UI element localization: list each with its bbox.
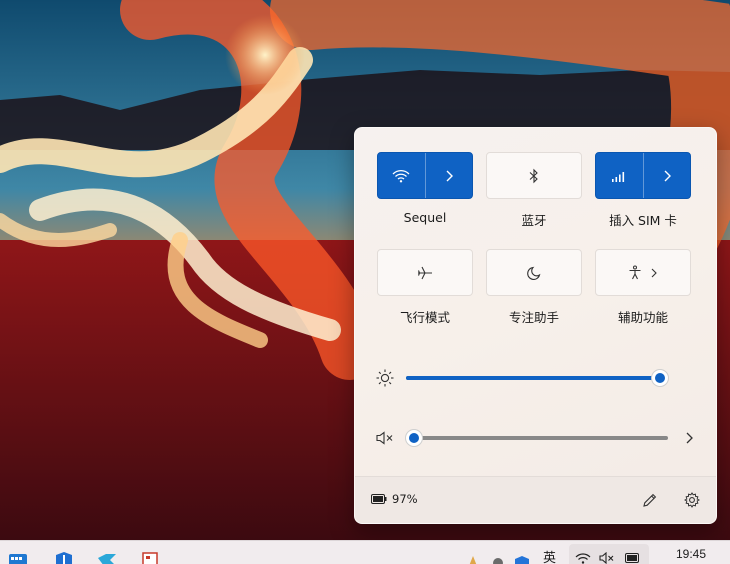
bluetooth-icon xyxy=(529,168,538,183)
battery-icon xyxy=(371,494,387,504)
accessibility-tile[interactable] xyxy=(595,249,691,296)
wifi-icon xyxy=(575,553,591,564)
pencil-icon xyxy=(643,493,657,507)
cellular-tile[interactable] xyxy=(595,152,691,199)
document-icon[interactable] xyxy=(140,551,162,564)
wifi-toggle[interactable] xyxy=(378,153,425,198)
audio-output-button[interactable] xyxy=(678,427,700,449)
cellular-signal-icon xyxy=(612,171,625,182)
volume-slider-thumb[interactable] xyxy=(405,429,423,447)
cloud-icon[interactable] xyxy=(490,553,506,564)
speaker-muted-icon xyxy=(599,552,614,564)
battery-status[interactable]: 97% xyxy=(371,492,418,506)
speaker-muted-icon xyxy=(376,431,393,445)
edit-quick-settings-button[interactable] xyxy=(639,489,661,511)
quick-settings-panel: Sequel 蓝牙 插入 SIM 卡 飞行模式 专注助手 辅助功能 97% xyxy=(354,127,717,524)
start-icon[interactable] xyxy=(7,551,29,564)
brightness-slider[interactable] xyxy=(406,369,669,387)
cellular-expand-button[interactable] xyxy=(642,153,691,198)
pen-icon[interactable] xyxy=(466,553,480,564)
wifi-label: Sequel xyxy=(403,210,447,225)
accessibility-label: 辅助功能 xyxy=(617,310,668,325)
battery-icon xyxy=(625,553,639,563)
shield-icon[interactable] xyxy=(514,553,530,564)
focus-assist-tile[interactable] xyxy=(486,249,582,296)
taskbar: 英 19:45 xyxy=(0,540,730,564)
quick-settings-footer: 97% xyxy=(355,476,716,523)
app-icon[interactable] xyxy=(96,551,118,564)
input-language-indicator[interactable]: 英 xyxy=(543,547,556,564)
brightness-icon-wrap xyxy=(374,367,396,389)
focus-assist-label: 专注助手 xyxy=(508,310,559,325)
security-icon[interactable] xyxy=(53,551,75,564)
cellular-toggle[interactable] xyxy=(596,153,643,198)
volume-icon-wrap[interactable] xyxy=(374,427,396,449)
bluetooth-label: 蓝牙 xyxy=(521,213,547,228)
wifi-icon xyxy=(392,169,410,182)
system-tray-group[interactable] xyxy=(569,544,649,564)
chevron-right-icon xyxy=(446,170,453,181)
brightness-slider-thumb[interactable] xyxy=(651,369,669,387)
volume-slider[interactable] xyxy=(405,429,668,447)
airplane-mode-label: 飞行模式 xyxy=(399,310,450,325)
taskbar-clock[interactable]: 19:45 xyxy=(676,547,706,561)
airplane-icon xyxy=(417,266,432,279)
gear-icon xyxy=(684,492,700,508)
brightness-slider-fill xyxy=(406,376,660,380)
wifi-expand-button[interactable] xyxy=(424,153,473,198)
chevron-right-icon xyxy=(686,432,693,444)
wifi-tile[interactable] xyxy=(377,152,473,199)
bluetooth-tile[interactable] xyxy=(486,152,582,199)
airplane-mode-tile[interactable] xyxy=(377,249,473,296)
accessibility-icon xyxy=(629,265,641,280)
chevron-right-icon xyxy=(651,268,657,277)
chevron-right-icon xyxy=(664,170,671,181)
battery-percent: 97% xyxy=(392,492,418,506)
sun-icon xyxy=(376,369,394,387)
moon-icon xyxy=(527,266,541,280)
settings-button[interactable] xyxy=(681,489,703,511)
cellular-label: 插入 SIM 卡 xyxy=(609,213,677,228)
